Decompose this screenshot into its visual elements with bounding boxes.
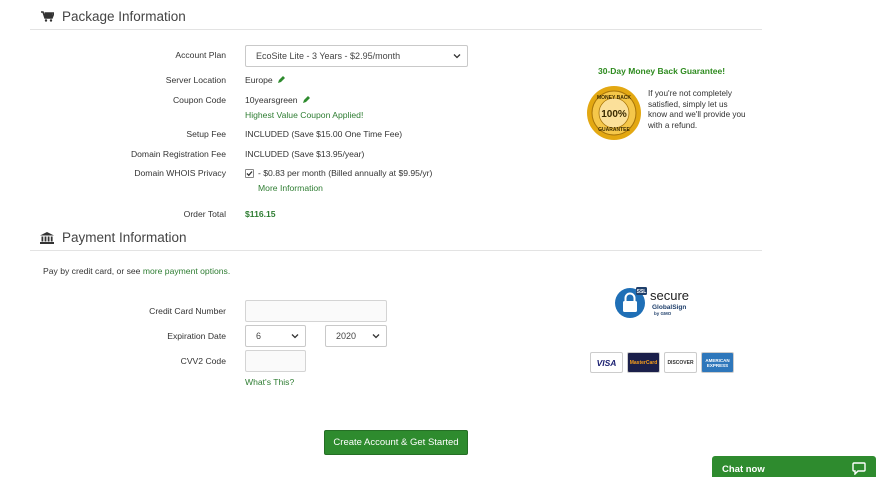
server-location-label: Server Location [165,75,226,85]
visa-card-icon: VISA [590,352,623,373]
mastercard-card-icon: MasterCard [627,352,660,373]
cvv-input[interactable] [245,350,306,372]
chat-now-widget[interactable]: Chat now [712,456,876,477]
domain-registration-value: INCLUDED (Save $13.95/year) [245,149,365,159]
discover-card-icon: DISCOVER [664,352,697,373]
create-account-button[interactable]: Create Account & Get Started [324,430,468,455]
coupon-code-label: Coupon Code [172,95,226,105]
cvv-label: CVV2 Code [180,356,226,366]
seal-percent-text: 100% [601,109,627,120]
account-plan-label: Account Plan [175,50,226,60]
setup-fee-value: INCLUDED (Save $15.00 One Time Fee) [245,129,403,139]
american-express-card-icon: AMERICAN EXPRESS [701,352,734,373]
expiration-month-select[interactable]: 6 [245,325,306,347]
by-gmo-text: by GMO [654,311,672,316]
edit-pencil-icon[interactable] [277,76,286,84]
edit-pencil-icon[interactable] [302,96,310,104]
guarantee-text: If you're not completely satisfied, simp… [648,89,746,130]
payment-information-header: Payment Information [30,225,762,251]
setup-fee-label: Setup Fee [186,129,226,139]
chevron-down-icon [372,334,380,339]
coupon-code-value: 10yearsgreen [245,95,298,105]
expiration-date-label: Expiration Date [167,331,226,341]
payment-intro-text: Pay by credit card, or see [43,266,143,276]
accepted-cards: VISA MasterCard DISCOVER AMERICAN EXPRES… [590,352,734,373]
account-plan-select[interactable]: EcoSite Lite - 3 Years - $2.95/month [245,45,468,67]
shopping-cart-icon [40,11,54,23]
seal-top-text: MONEY BACK [597,95,631,101]
whois-privacy-label: Domain WHOIS Privacy [134,168,226,178]
chat-now-label: Chat now [722,463,765,475]
payment-intro: Pay by credit card, or see more payment … [43,266,230,276]
order-total-label: Order Total [183,209,226,219]
secure-word: secure [650,288,690,303]
expiration-year-select[interactable]: 2020 [325,325,387,347]
padlock-icon: SSL [615,287,647,318]
card-number-label: Credit Card Number [149,306,226,316]
payment-information-title: Payment Information [62,230,187,245]
whats-this-link[interactable]: What's This? [245,377,294,387]
server-location-value: Europe [245,75,273,85]
ssl-text: SSL [637,289,647,295]
card-number-input[interactable] [245,300,387,322]
whois-privacy-checkbox[interactable] [245,169,254,178]
package-information-title: Package Information [62,9,186,24]
coupon-applied-note: Highest Value Coupon Applied! [245,110,364,120]
expiration-month-value: 6 [256,331,262,341]
server-location: Europe [245,75,286,85]
chat-bubble-icon [852,462,866,475]
chevron-down-icon [453,54,461,59]
checkmark-icon [246,171,253,177]
seal-bottom-text: GUARANTEE [598,127,630,133]
globalsign-text: GlobalSign [652,304,687,311]
guarantee-title: 30-Day Money Back Guarantee! [598,66,726,76]
domain-registration-label: Domain Registration Fee [130,149,226,159]
bank-icon [40,231,54,244]
order-total-value: $116.15 [245,209,276,219]
globalsign-secure-badge: SSL secure GlobalSign by GMO [614,287,704,321]
whois-privacy-value: - $0.83 per month (Billed annually at $9… [258,168,433,178]
package-information-header: Package Information [30,4,762,30]
account-plan-value: EcoSite Lite - 3 Years - $2.95/month [256,51,401,61]
chevron-down-icon [291,334,299,339]
money-back-seal-icon: MONEY BACK 100% GUARANTEE [587,86,641,140]
coupon-code: 10yearsgreen [245,95,310,105]
more-information-link[interactable]: More Information [258,183,323,193]
more-payment-options-link[interactable]: more payment options. [143,266,230,276]
expiration-year-value: 2020 [336,331,357,341]
